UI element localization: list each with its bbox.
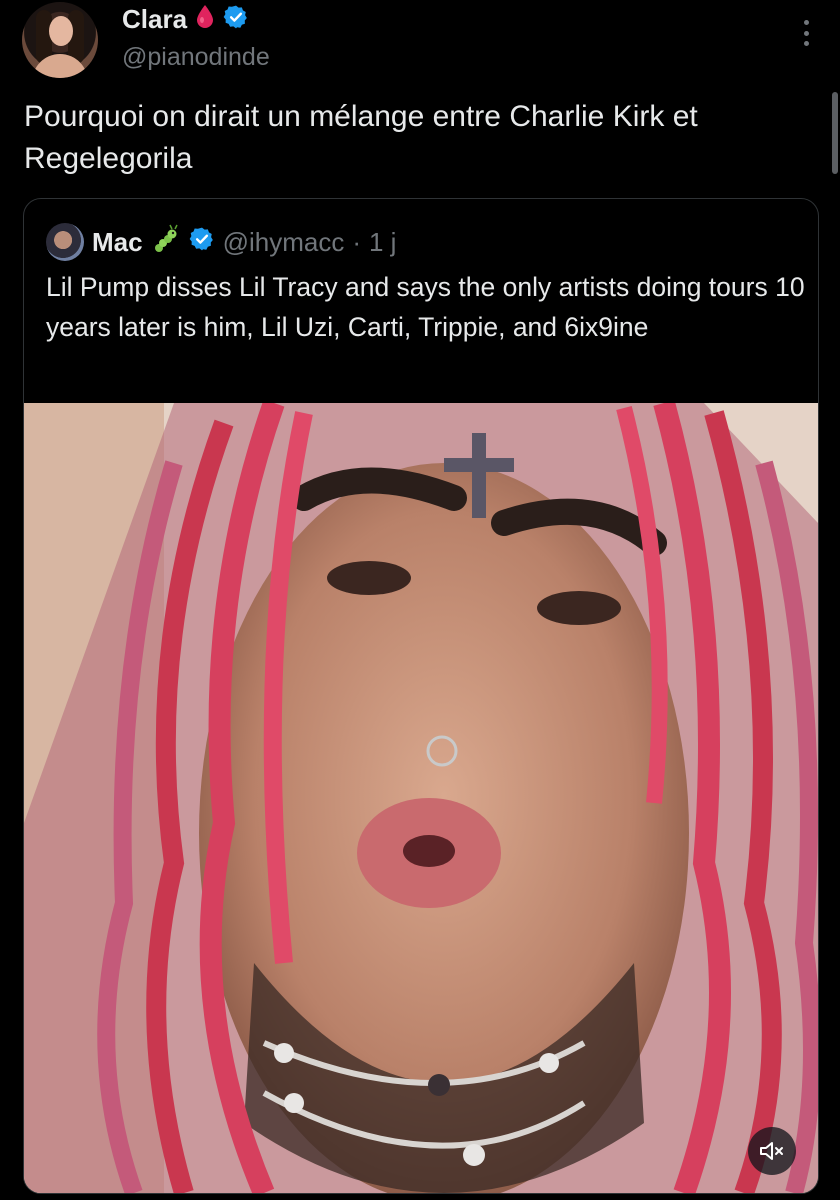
quoted-time: 1 j (369, 226, 397, 257)
blood-drop-icon (195, 4, 215, 35)
scrollbar[interactable] (832, 92, 838, 174)
more-options-icon[interactable] (802, 20, 810, 46)
quoted-video[interactable] (24, 403, 818, 1193)
author-avatar[interactable] (22, 2, 98, 78)
verified-badge-icon (223, 4, 249, 35)
author-handle[interactable]: @pianodinde (122, 43, 270, 72)
video-frame-illustration (24, 403, 818, 1193)
quoted-text: Lil Pump disses Lil Tracy and says the o… (46, 272, 805, 342)
quoted-separator: · (352, 226, 361, 257)
author-display-name[interactable]: Clara (122, 4, 187, 35)
quoted-display-name: Mac (92, 226, 143, 257)
tweet-view: Clara @pianodinde Pourquoi on dirait un … (0, 0, 840, 1200)
quoted-header: Mac @ihymacc · 1 j (46, 223, 396, 261)
avatar-face (49, 16, 73, 46)
caterpillar-icon (151, 224, 181, 261)
quoted-handle: @ihymacc (222, 226, 345, 257)
volume-muted-icon[interactable] (748, 1127, 796, 1175)
tweet-text: Pourquoi on dirait un mélange entre Char… (24, 100, 698, 175)
verified-badge-icon (189, 226, 215, 259)
author-name-row: Clara (122, 4, 249, 35)
quoted-avatar[interactable] (46, 223, 84, 261)
quoted-tweet-card[interactable]: Mac @ihymacc · 1 j Lil Pump disses Lil T… (23, 198, 819, 1194)
